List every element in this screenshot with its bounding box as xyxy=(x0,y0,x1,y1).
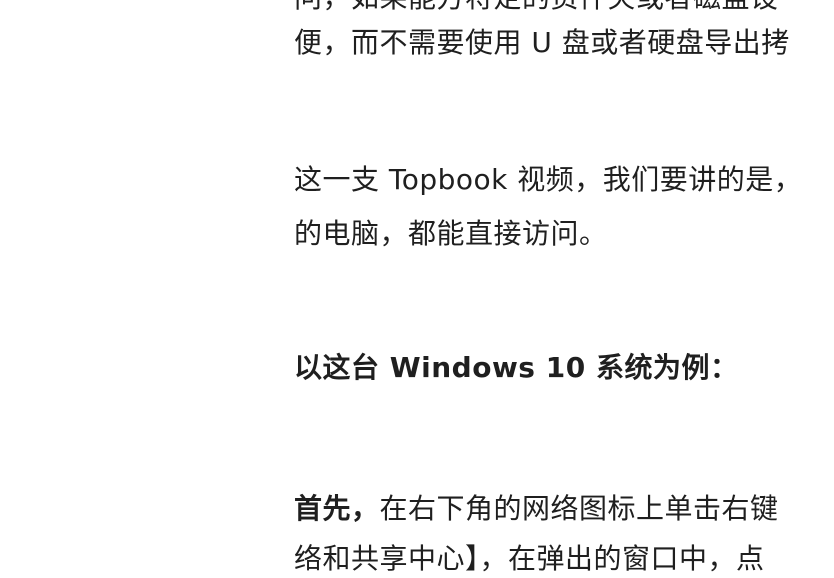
paragraph-3-line-2: 络和共享中心】，在弹出的窗口中，点 xyxy=(294,542,765,575)
paragraph-1-line-2: 便，而不需要使用 U 盘或者硬盘导出拷 xyxy=(294,26,790,59)
document-page: 问，如果能方将定的资件夹或者磁盘设 便，而不需要使用 U 盘或者硬盘导出拷 这一… xyxy=(0,0,834,578)
paragraph-3-line-1: 首先，在右下角的网络图标上单击右键 xyxy=(294,489,779,529)
paragraph-2-line-2: 的电脑，都能直接访问。 xyxy=(294,217,608,250)
paragraph-3-line-1-text: 在右下角的网络图标上单击右键 xyxy=(379,492,779,525)
section-heading: 以这台 Windows 10 系统为例： xyxy=(294,351,739,384)
paragraph-3-lead: 首先， xyxy=(294,492,380,525)
paragraph-1-line-1: 问，如果能方将定的资件夹或者磁盘设 xyxy=(294,0,779,18)
paragraph-2-line-1: 这一支 Topbook 视频，我们要讲的是， xyxy=(294,163,803,196)
